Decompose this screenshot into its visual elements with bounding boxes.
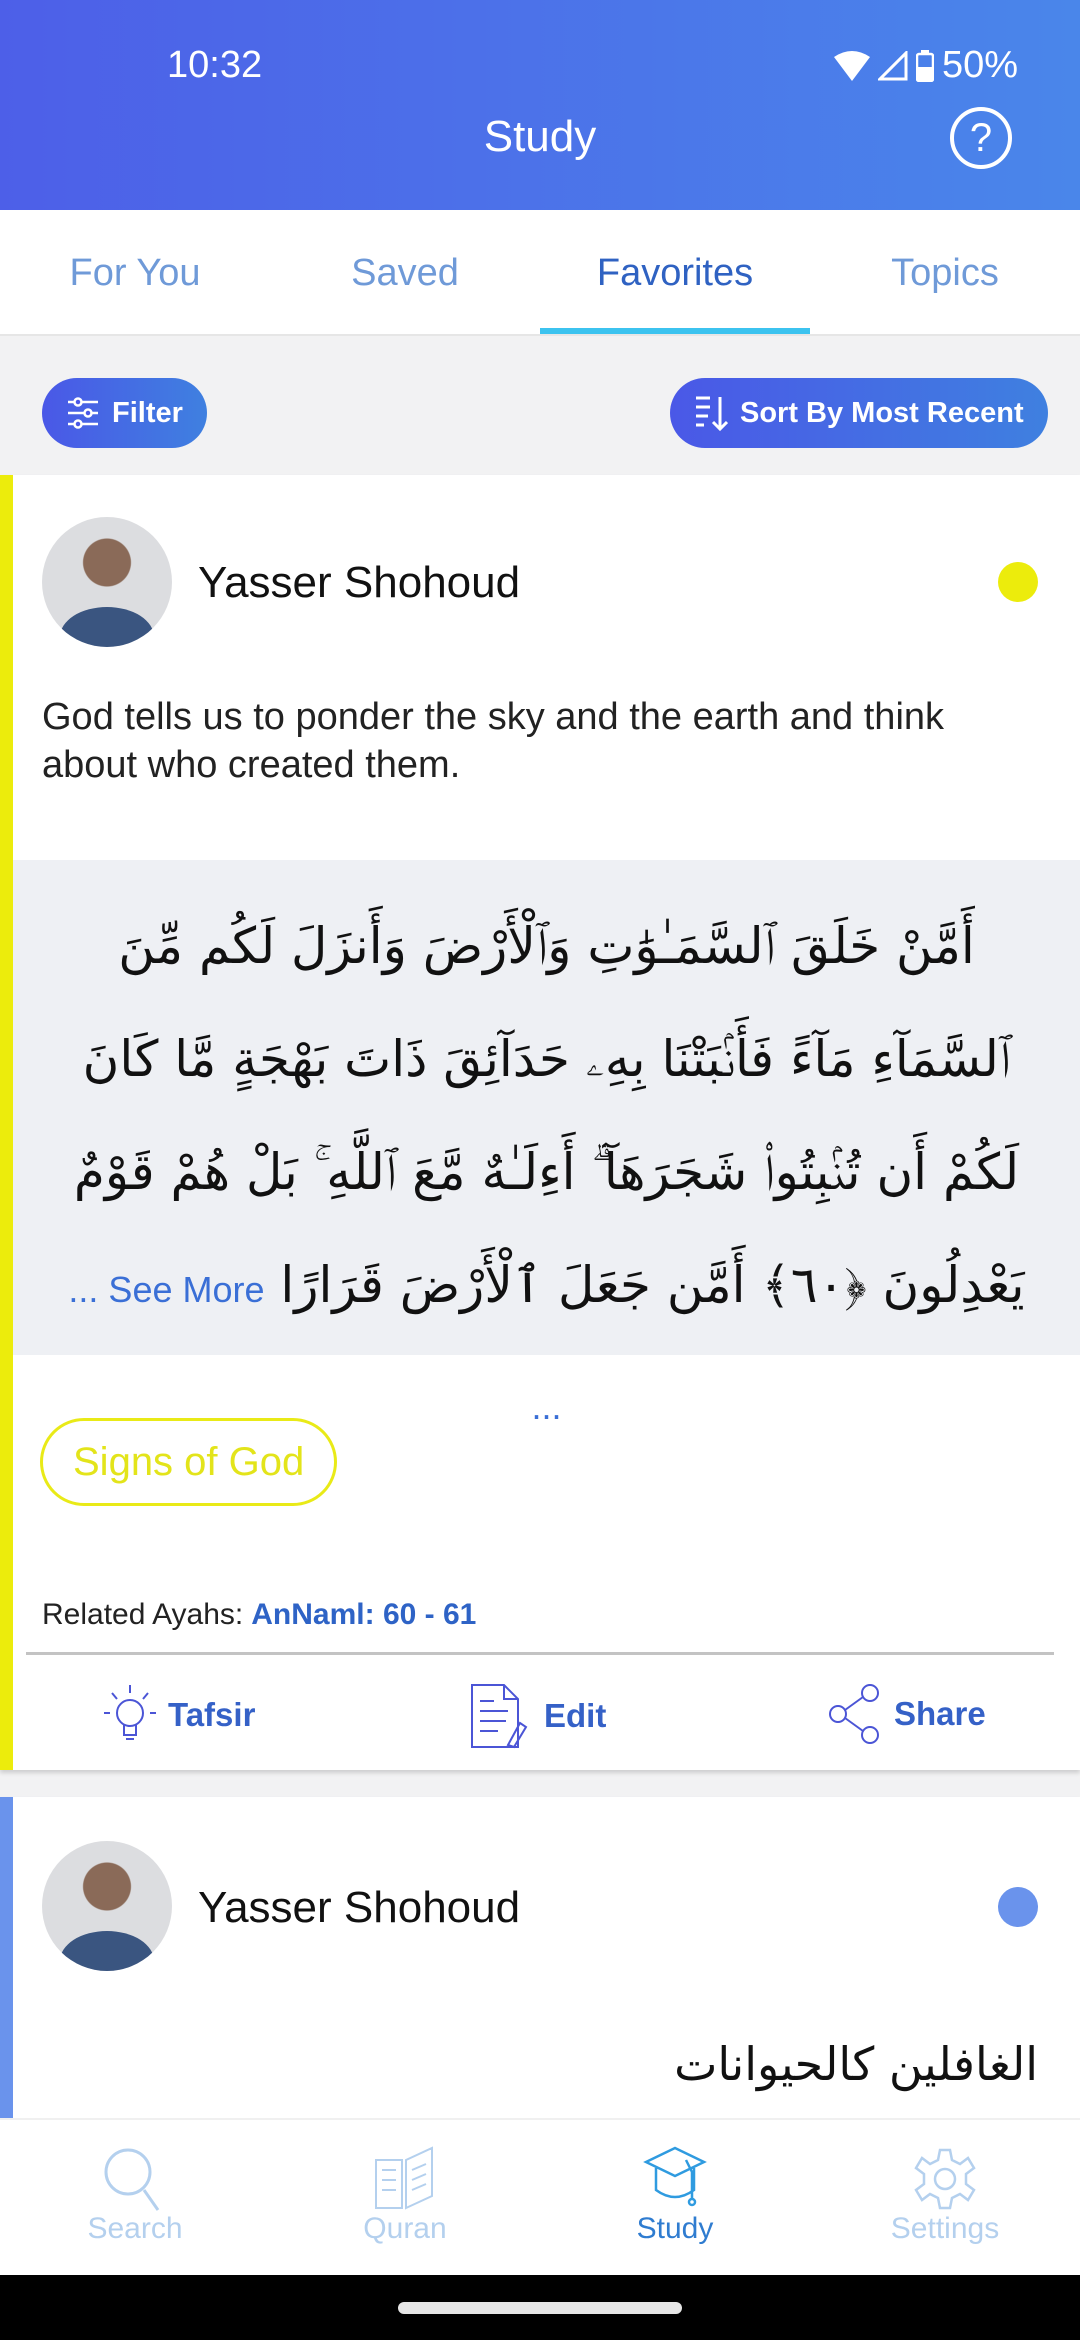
edit-label: Edit [544,1697,607,1734]
filter-label: Filter [112,396,183,429]
topic-tag[interactable]: Signs of God [40,1418,338,1506]
ayah-text: أَمَّنْ خَلَقَ ٱلسَّمَـٰوَٰتِ وَٱلْأَرْض… [13,860,1080,1427]
status-icons: 50% [833,44,1018,87]
nav-search-label: Search [87,2212,183,2245]
share-icon [829,1684,879,1744]
bottom-nav: Search Quran Study Settings [0,2118,1080,2275]
card-description: God tells us to ponder the sky and the e… [42,696,945,786]
author-name: Yasser Shohoud [198,558,521,607]
tab-saved[interactable]: Saved [270,210,540,334]
related-label: Related Ayahs: [42,1598,244,1631]
share-label: Share [894,1695,986,1732]
status-time: 10:32 [167,44,263,86]
share-button[interactable]: Share [828,1683,986,1745]
nav-settings-label: Settings [890,2212,1000,2245]
avatar [42,1841,172,1971]
tab-favorites[interactable]: Favorites [540,210,810,334]
nav-quran[interactable]: Quran [270,2120,540,2275]
help-button[interactable]: ? [950,107,1012,169]
app-header: 10:32 50% Study ? [0,0,1080,210]
study-card[interactable]: Yasser Shohoud الغافلين كالحيوانات [0,1797,1080,2127]
card-arabic-text: الغافلين كالحيوانات [674,2037,1038,2091]
edit-button[interactable]: Edit [470,1683,606,1749]
search-icon [104,2148,160,2211]
nav-study-label: Study [636,2212,714,2245]
nav-search[interactable]: Search [0,2120,270,2275]
battery-level: 50% [941,44,1018,86]
system-nav-bar [0,2275,1080,2340]
color-dot [998,562,1038,602]
filter-button[interactable]: Filter [42,378,207,448]
sliders-icon [68,397,98,429]
tab-for-you[interactable]: For You [0,210,270,334]
home-handle[interactable] [398,2302,682,2314]
divider [26,1652,1054,1655]
color-dot [998,1887,1038,1927]
nav-quran-label: Quran [363,2212,447,2245]
sort-label: Sort By Most Recent [740,396,1024,429]
book-icon [375,2146,433,2210]
tafsir-label: Tafsir [168,1696,256,1733]
related-ayahs: Related Ayahs: AnNaml: 60 - 61 [42,1598,476,1632]
battery-icon [915,49,934,82]
related-ayahs-link[interactable]: AnNaml: 60 - 61 [251,1598,476,1631]
nav-settings[interactable]: Settings [810,2120,1080,2275]
sort-button[interactable]: Sort By Most Recent [670,378,1048,448]
nav-study[interactable]: Study [540,2120,810,2275]
study-card[interactable]: Yasser Shohoud God tells us to ponder th… [0,475,1080,1770]
author-name: Yasser Shohoud [198,1883,521,1932]
page-title: Study [483,112,597,161]
signal-icon [877,50,908,80]
tafsir-button[interactable]: Tafsir [102,1683,255,1747]
graduation-cap-icon [643,2146,707,2207]
document-edit-icon [471,1684,528,1749]
tab-bar: For You Saved Favorites Topics [0,210,1080,336]
gear-icon [914,2148,976,2210]
sort-descending-icon [696,396,728,432]
tab-topics[interactable]: Topics [810,210,1080,334]
lightbulb-icon [104,1685,156,1740]
avatar [42,517,172,647]
card-color-bar [0,1797,13,2127]
card-color-bar [0,475,13,1770]
wifi-icon [833,50,870,81]
ayah-arabic: أَمَّنْ خَلَقَ ٱلسَّمَـٰوَٰتِ وَٱلْأَرْض… [73,917,1025,1314]
